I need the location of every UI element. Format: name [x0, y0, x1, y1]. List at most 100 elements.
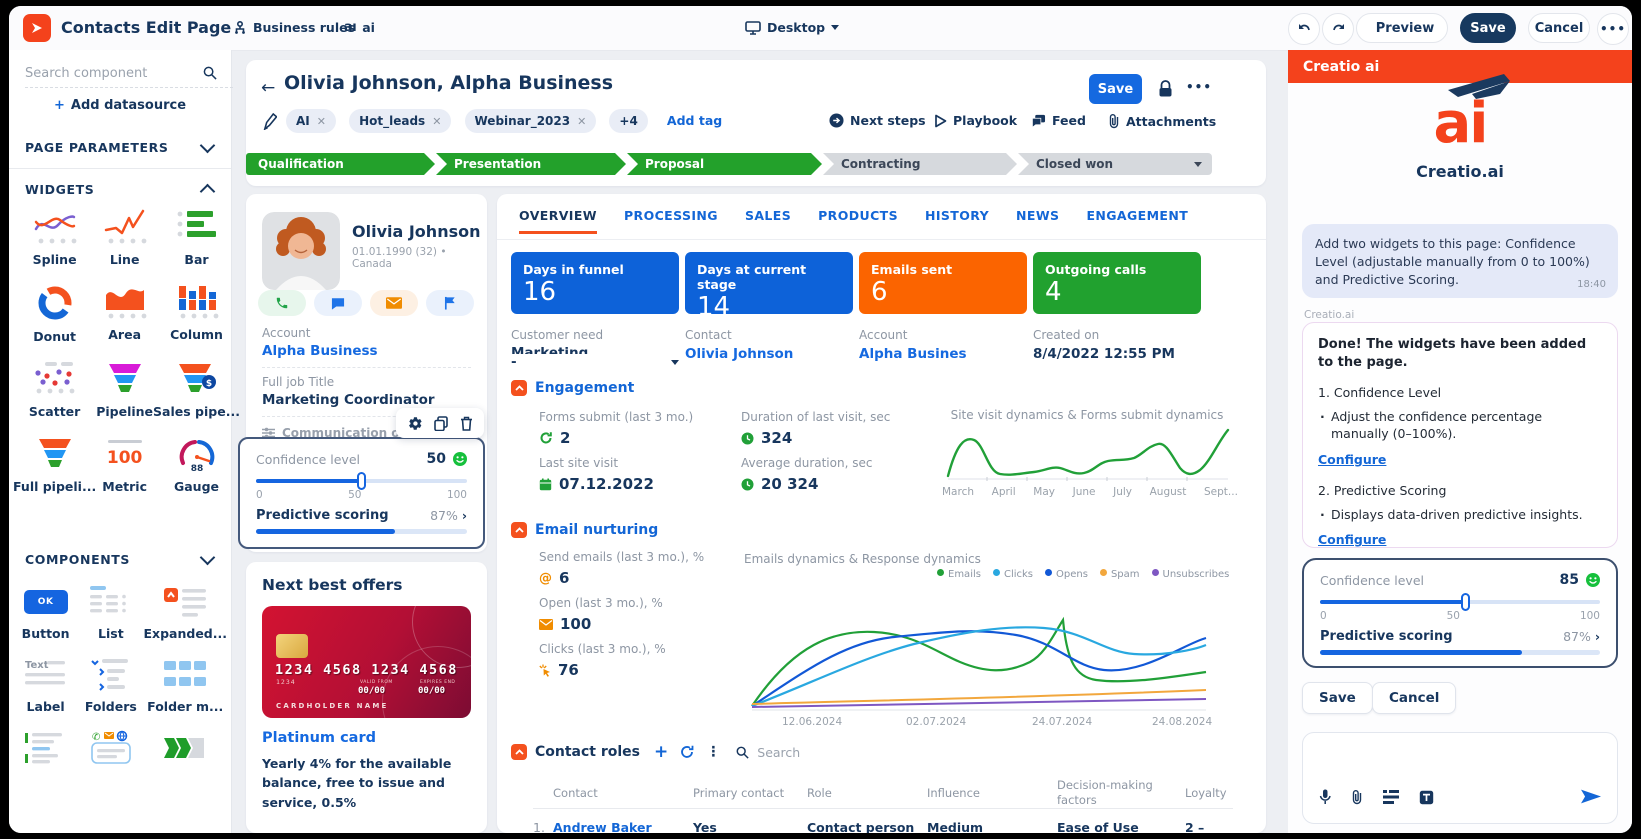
- stage-closed-won[interactable]: Closed won: [1018, 153, 1212, 175]
- record-save-button[interactable]: Save: [1089, 74, 1142, 104]
- col-contact[interactable]: Contact: [553, 786, 598, 800]
- redo-button[interactable]: [1322, 13, 1354, 45]
- confidence-widget-preview[interactable]: Confidence level 85 050100 Predictive sc…: [1302, 558, 1618, 668]
- widget-metric[interactable]: 100 Metric: [96, 435, 153, 494]
- confidence-widget-selected[interactable]: Confidence level 50 050100 Predictive sc…: [238, 437, 485, 549]
- attachment-icon[interactable]: [1351, 789, 1363, 805]
- confidence-slider[interactable]: [256, 479, 467, 483]
- collapse-icon[interactable]: [511, 380, 527, 396]
- component-label[interactable]: Text Label: [13, 657, 78, 714]
- tab-processing[interactable]: PROCESSING: [624, 208, 718, 234]
- widget-spline[interactable]: Spline: [13, 208, 96, 267]
- contact-roles-section-header[interactable]: Contact roles + ⋮ Search: [511, 742, 800, 762]
- component-communication-options[interactable]: ✆: [78, 730, 143, 772]
- flag-button[interactable]: [426, 290, 474, 316]
- widget-bar[interactable]: Bar: [153, 208, 240, 267]
- feed-button[interactable]: Feed: [1031, 113, 1086, 128]
- settings-gear-icon[interactable]: [408, 416, 423, 431]
- ai-save-button[interactable]: Save: [1302, 682, 1373, 714]
- account-link[interactable]: Alpha Busines: [859, 346, 967, 362]
- delete-trash-icon[interactable]: [460, 416, 473, 431]
- roles-search-placeholder[interactable]: Search: [757, 745, 800, 760]
- playbook-button[interactable]: Playbook: [934, 113, 1017, 128]
- lock-icon[interactable]: [1158, 80, 1173, 98]
- slider-thumb[interactable]: [1461, 593, 1470, 611]
- more-tags-chip[interactable]: +4: [609, 109, 647, 133]
- template-icon[interactable]: [1383, 790, 1399, 804]
- contact-link[interactable]: Olivia Johnson: [685, 346, 793, 362]
- contact-cell-link[interactable]: Andrew Baker: [553, 820, 652, 833]
- add-row-icon[interactable]: +: [654, 742, 668, 762]
- next-steps-button[interactable]: Next steps: [829, 113, 926, 128]
- stage-contracting[interactable]: Contracting: [823, 153, 1017, 175]
- tag-chip[interactable]: Webinar_2023✕: [465, 109, 597, 133]
- ai-input-card[interactable]: [1302, 732, 1618, 824]
- account-link[interactable]: Alpha Business: [262, 343, 378, 359]
- confidence-slider[interactable]: [1320, 600, 1600, 604]
- component-timeline[interactable]: [13, 730, 78, 772]
- cancel-button-top[interactable]: Cancel: [1528, 13, 1590, 43]
- tag-chip[interactable]: Hot_leads✕: [349, 109, 451, 133]
- col-loyalty[interactable]: Loyalty: [1185, 786, 1227, 800]
- section-components[interactable]: COMPONENTS: [25, 552, 130, 567]
- text-format-icon[interactable]: [1419, 790, 1434, 805]
- field-customer-need[interactable]: Customer need Marketing management -: [511, 328, 679, 370]
- col-primary-contact[interactable]: Primary contact: [693, 786, 784, 800]
- tab-engagement[interactable]: ENGAGEMENT: [1086, 208, 1188, 234]
- widget-donut[interactable]: Donut: [13, 283, 96, 344]
- record-more-button[interactable]: •••: [1186, 80, 1212, 94]
- widget-gauge[interactable]: 88 Gauge: [153, 435, 240, 494]
- credit-card-image[interactable]: 1234 4568 1234 4568 1234 VALID FROM 00/0…: [262, 606, 471, 718]
- email-nurturing-section-header[interactable]: Email nurturing: [511, 522, 658, 538]
- component-expanded[interactable]: Expanded...: [143, 584, 227, 641]
- remove-tag-icon[interactable]: ✕: [317, 115, 326, 128]
- copy-icon[interactable]: [434, 416, 448, 431]
- collapse-icon[interactable]: [511, 744, 527, 760]
- back-button[interactable]: ←: [261, 78, 275, 98]
- widget-sales-pipeline[interactable]: $ Sales pipe...: [153, 360, 240, 419]
- send-icon[interactable]: [1581, 789, 1601, 804]
- configure-link-1[interactable]: Configure: [1318, 452, 1386, 467]
- component-button[interactable]: OK Button: [13, 584, 78, 641]
- widget-area[interactable]: Area: [96, 283, 153, 344]
- widget-full-pipeline[interactable]: Full pipeli...: [13, 435, 96, 494]
- tab-news[interactable]: NEWS: [1016, 208, 1059, 234]
- more-menu-button[interactable]: •••: [1597, 13, 1629, 45]
- engagement-section-header[interactable]: Engagement: [511, 380, 634, 396]
- add-datasource-button[interactable]: +Add datasource: [9, 98, 231, 113]
- component-folder-manager[interactable]: Folder m...: [143, 657, 227, 714]
- collapse-icon[interactable]: [511, 522, 527, 538]
- stage-qualification[interactable]: Qualification: [246, 153, 435, 175]
- ai-cancel-button[interactable]: Cancel: [1372, 682, 1456, 714]
- widget-line[interactable]: Line: [96, 208, 153, 267]
- configure-link-2[interactable]: Configure: [1318, 532, 1386, 547]
- chat-button[interactable]: [314, 290, 362, 316]
- preview-button[interactable]: Preview: [1356, 13, 1448, 43]
- offer-name-link[interactable]: Platinum card: [262, 730, 376, 746]
- tab-history[interactable]: HISTORY: [925, 208, 989, 234]
- email-button[interactable]: [370, 290, 418, 316]
- business-rules-button[interactable]: Business rules: [233, 20, 355, 35]
- device-selector[interactable]: Desktop: [745, 20, 839, 35]
- add-tag-button[interactable]: Add tag: [667, 113, 722, 128]
- ai-button[interactable]: aı ai: [344, 20, 375, 35]
- remove-tag-icon[interactable]: ✕: [577, 115, 586, 128]
- attachments-button[interactable]: Attachments: [1108, 113, 1216, 129]
- call-button[interactable]: [258, 290, 306, 316]
- search-input[interactable]: [25, 64, 233, 88]
- widget-pipeline[interactable]: Pipeline: [96, 360, 153, 419]
- microphone-icon[interactable]: [1319, 789, 1331, 805]
- col-role[interactable]: Role: [807, 786, 832, 800]
- tab-sales[interactable]: SALES: [745, 208, 791, 234]
- component-list[interactable]: List: [78, 584, 143, 641]
- tab-overview[interactable]: OVERVIEW: [519, 208, 597, 234]
- tag-chip[interactable]: AI✕: [286, 109, 336, 133]
- tag-pencil-icon[interactable]: [262, 113, 277, 130]
- stage-presentation[interactable]: Presentation: [436, 153, 626, 175]
- kebab-menu-icon[interactable]: ⋮: [706, 744, 720, 760]
- section-page-parameters[interactable]: PAGE PARAMETERS: [25, 140, 169, 155]
- save-button-top[interactable]: Save: [1460, 13, 1516, 43]
- component-folders[interactable]: Folders: [78, 657, 143, 714]
- search-icon[interactable]: [736, 746, 749, 759]
- section-widgets[interactable]: WIDGETS: [25, 182, 94, 197]
